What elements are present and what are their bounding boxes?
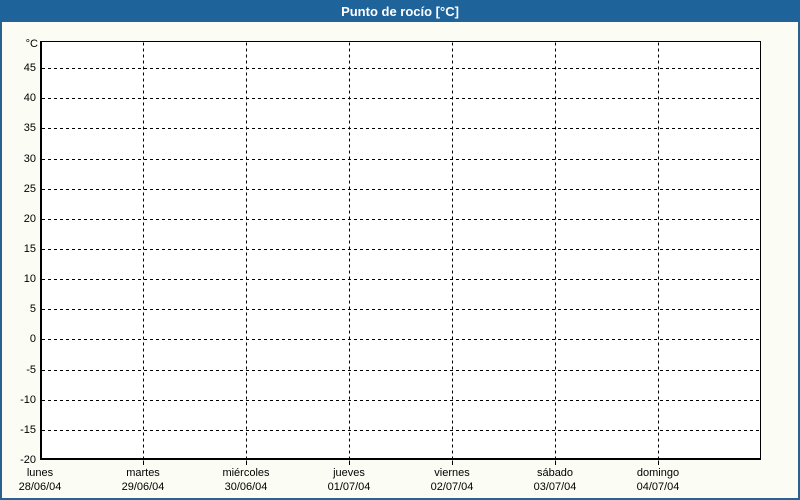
y-tick-label: -15 bbox=[20, 424, 36, 436]
x-day-name-label: miércoles bbox=[222, 467, 270, 479]
y-tick-label: 30 bbox=[23, 153, 36, 165]
x-day-name-label: viernes bbox=[434, 467, 470, 479]
y-tick-label: 10 bbox=[23, 273, 36, 285]
x-date-label: 04/07/04 bbox=[636, 481, 680, 493]
y-tick-label: -20 bbox=[20, 454, 36, 466]
y-tick-label: -10 bbox=[20, 394, 36, 406]
x-day-name-label: domingo bbox=[636, 467, 680, 479]
y-tick-label: 40 bbox=[23, 92, 36, 104]
plot-area bbox=[40, 41, 761, 460]
y-tick-label: 5 bbox=[29, 303, 36, 315]
y-tick-label: 45 bbox=[23, 62, 36, 74]
y-tick-label: 25 bbox=[23, 183, 36, 195]
x-day-name-label: lunes bbox=[26, 467, 54, 479]
x-date-label: 30/06/04 bbox=[224, 481, 268, 493]
x-date-label: 02/07/04 bbox=[430, 481, 474, 493]
title-bar: Punto de rocío [°C] bbox=[0, 0, 800, 22]
x-day-name-label: jueves bbox=[333, 467, 365, 479]
chart-title: Punto de rocío [°C] bbox=[341, 3, 459, 19]
y-tick-label: 35 bbox=[23, 122, 36, 134]
y-tick-label: -5 bbox=[26, 364, 36, 376]
y-axis-unit-label: °C bbox=[25, 38, 38, 50]
y-tick-label: 20 bbox=[23, 213, 36, 225]
y-tick-label: 15 bbox=[23, 243, 36, 255]
x-date-label: 01/07/04 bbox=[327, 481, 371, 493]
x-date-label: 03/07/04 bbox=[533, 481, 577, 493]
x-day-name-label: sábado bbox=[536, 467, 574, 479]
chart-window: Punto de rocío [°C] 45 40 35 30 25 20 15 10 5 0 -5… bbox=[0, 0, 800, 500]
y-tick-label: 0 bbox=[29, 333, 36, 345]
x-date-label: 28/06/04 bbox=[18, 481, 62, 493]
x-day-name-label: martes bbox=[126, 467, 160, 479]
x-date-label: 29/06/04 bbox=[121, 481, 165, 493]
